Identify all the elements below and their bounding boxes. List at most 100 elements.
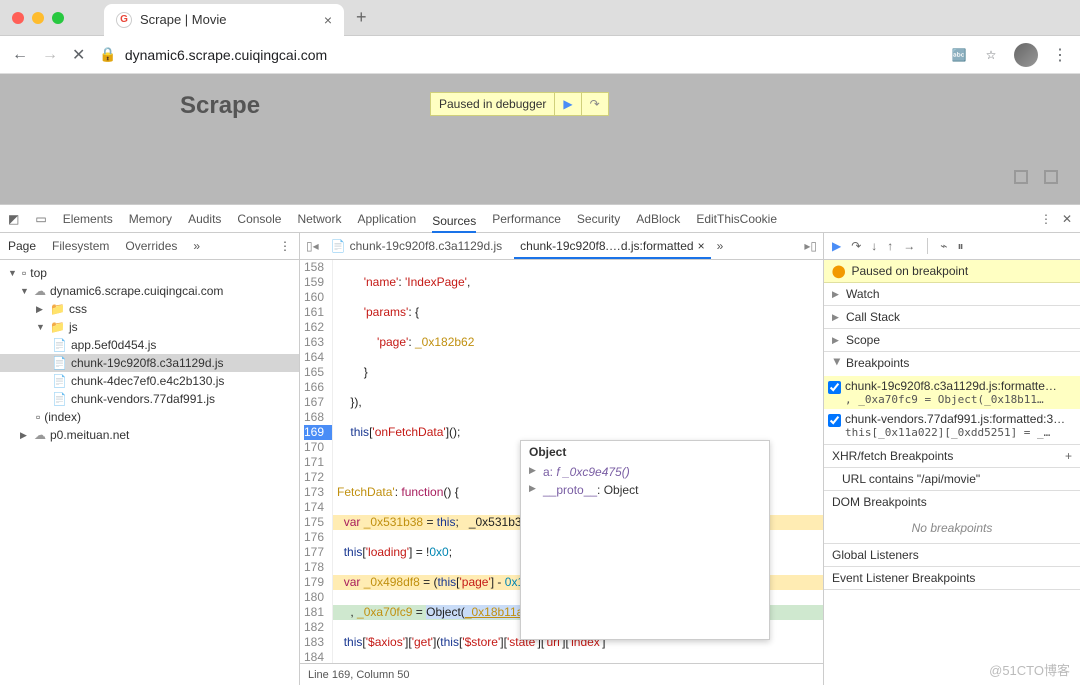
resume-icon[interactable]: ▶ [832, 239, 841, 253]
tree-folder-js[interactable]: ▼📁 js [0, 318, 299, 336]
step-over-icon[interactable]: ↷ [581, 93, 608, 115]
forward-button[interactable]: → [42, 46, 58, 64]
section-dom-breakpoints[interactable]: DOM Breakpoints [824, 491, 1080, 513]
tree-domain[interactable]: ▶☁ p0.meituan.net [0, 426, 299, 444]
breakpoint-checkbox[interactable] [828, 414, 841, 427]
file-icon: 📄 [52, 392, 67, 406]
browser-tab[interactable]: G Scrape | Movie × [104, 4, 344, 36]
close-tab-icon[interactable]: × [324, 12, 332, 28]
navigator-tab-filesystem[interactable]: Filesystem [52, 239, 109, 253]
add-xhr-breakpoint-icon[interactable]: + [1065, 449, 1072, 463]
translate-icon[interactable]: 🔤 [950, 46, 968, 64]
tab-network[interactable]: Network [297, 208, 341, 230]
pause-reason: Paused on breakpoint [851, 264, 968, 278]
show-debugger-icon[interactable]: ▸▯ [804, 239, 817, 253]
tab-console[interactable]: Console [237, 208, 281, 230]
step-into-icon[interactable]: ↓ [871, 239, 877, 253]
favicon-icon: G [116, 12, 132, 28]
devtools-tabs: ◩ ▭ Elements Memory Audits Console Netwo… [0, 205, 1080, 233]
devtools-more-icon[interactable]: ⋮ [1040, 212, 1052, 226]
breakpoint-item[interactable]: chunk-19c920f8.c3a1129d.js:formatte… , _… [824, 376, 1080, 409]
window-titlebar: G Scrape | Movie × + [0, 0, 1080, 36]
maximize-window-button[interactable] [52, 12, 64, 24]
object-tooltip[interactable]: Object ▶a: f _0xc9e475() ▶__proto__: Obj… [520, 440, 770, 640]
device-icon[interactable]: ▭ [35, 212, 46, 226]
page-content: Scrape Paused in debugger ▶ ↷ [0, 74, 1080, 204]
back-button[interactable]: ← [12, 46, 28, 64]
traffic-lights [12, 12, 64, 24]
new-tab-button[interactable]: + [356, 7, 367, 28]
resume-button-icon[interactable]: ▶ [554, 93, 580, 115]
navigator-menu-icon[interactable]: ⋮ [279, 239, 291, 253]
section-url-contains[interactable]: URL contains "/api/movie" [824, 468, 1080, 490]
tab-performance[interactable]: Performance [492, 208, 561, 230]
navigator-tab-overrides[interactable]: Overrides [125, 239, 177, 253]
cloud-icon: ☁ [34, 428, 46, 442]
tree-index[interactable]: ▫ (index) [0, 408, 299, 426]
tree-domain[interactable]: ▼☁ dynamic6.scrape.cuiqingcai.com [0, 282, 299, 300]
address-bar[interactable]: 🔒 dynamic6.scrape.cuiqingcai.com [99, 46, 936, 63]
tree-folder-css[interactable]: ▶📁 css [0, 300, 299, 318]
tree-file[interactable]: 📄 app.5ef0d454.js [0, 336, 299, 354]
deactivate-breakpoints-icon[interactable]: ⌁ [940, 239, 947, 253]
section-event-listener-breakpoints[interactable]: Event Listener Breakpoints [824, 567, 1080, 589]
tab-elements[interactable]: Elements [63, 208, 113, 230]
editor-file-tab[interactable]: 📄 chunk-19c920f8.c3a1129d.js [325, 239, 509, 253]
pause-banner: ⬤ Paused on breakpoint [824, 260, 1080, 283]
section-breakpoints[interactable]: ▶Breakpoints [824, 352, 1080, 374]
tab-security[interactable]: Security [577, 208, 620, 230]
step-over-icon[interactable]: ↷ [851, 239, 861, 253]
cloud-icon: ☁ [34, 284, 46, 298]
file-icon: 📄 [52, 338, 67, 352]
inspect-icon[interactable]: ◩ [8, 212, 19, 226]
tab-application[interactable]: Application [357, 208, 416, 230]
tab-sources[interactable]: Sources [432, 210, 476, 233]
browser-menu-icon[interactable]: ⋮ [1052, 45, 1068, 65]
minimize-window-button[interactable] [32, 12, 44, 24]
close-icon[interactable]: × [698, 239, 705, 253]
more-tabs-icon[interactable]: » [717, 239, 724, 253]
navigator-tab-page[interactable]: Page [8, 239, 36, 253]
devtools: ◩ ▭ Elements Memory Audits Console Netwo… [0, 204, 1080, 685]
gutter[interactable]: 1581591601611621631641651661671681691701… [300, 260, 333, 663]
debugger-controls: ▶ ↷ ↓ ↑ → ⌁ ⏸ [824, 233, 1080, 260]
step-out-icon[interactable]: ↑ [887, 239, 893, 253]
section-global-listeners[interactable]: Global Listeners [824, 544, 1080, 566]
paused-label: Paused in debugger [431, 93, 554, 115]
step-icon[interactable]: → [903, 239, 915, 253]
code-editor[interactable]: 1581591601611621631641651661671681691701… [300, 260, 823, 663]
url-host: dynamic6.scrape.cuiqingcai.com [125, 47, 327, 63]
section-callstack[interactable]: ▶Call Stack [824, 306, 1080, 328]
devtools-close-icon[interactable]: ✕ [1062, 212, 1072, 226]
section-watch[interactable]: ▶Watch [824, 283, 1080, 305]
watermark: @51CTO博客 [989, 660, 1070, 679]
folder-icon: 📁 [50, 302, 65, 316]
tab-editthiscookie[interactable]: EditThisCookie [696, 208, 777, 230]
navigator-more-icon[interactable]: » [193, 239, 200, 253]
tree-file[interactable]: 📄 chunk-vendors.77daf991.js [0, 390, 299, 408]
breakpoint-item[interactable]: chunk-vendors.77daf991.js:formatted:3… t… [824, 409, 1080, 442]
tab-audits[interactable]: Audits [188, 208, 221, 230]
pause-on-exceptions-icon[interactable]: ⏸ [958, 239, 964, 254]
sources-left-panel: Page Filesystem Overrides » ⋮ ▼▫ top ▼☁ … [0, 233, 300, 685]
debugger-panel: ▶ ↷ ↓ ↑ → ⌁ ⏸ ⬤ Paused on breakpoint ▶Wa… [824, 233, 1080, 685]
editor-file-tab-active[interactable]: chunk-19c920f8.…d.js:formatted × [514, 239, 710, 259]
profile-avatar[interactable] [1014, 43, 1038, 67]
file-tree: ▼▫ top ▼☁ dynamic6.scrape.cuiqingcai.com… [0, 260, 299, 448]
tab-memory[interactable]: Memory [129, 208, 172, 230]
editor-tabs: ▯◂ 📄 chunk-19c920f8.c3a1129d.js chunk-19… [300, 233, 823, 260]
show-navigator-icon[interactable]: ▯◂ [306, 239, 319, 253]
section-scope[interactable]: ▶Scope [824, 329, 1080, 351]
page-icon: ▫ [36, 410, 40, 424]
tooltip-title: Object [521, 441, 769, 463]
bookmark-star-icon[interactable]: ☆ [982, 46, 1000, 64]
breakpoint-checkbox[interactable] [828, 381, 841, 394]
tree-file-selected[interactable]: 📄 chunk-19c920f8.c3a1129d.js [0, 354, 299, 372]
close-window-button[interactable] [12, 12, 24, 24]
editor-panel: ▯◂ 📄 chunk-19c920f8.c3a1129d.js chunk-19… [300, 233, 824, 685]
tree-file[interactable]: 📄 chunk-4dec7ef0.e4c2b130.js [0, 372, 299, 390]
stop-button[interactable]: ✕ [72, 45, 85, 65]
section-xhr-breakpoints[interactable]: XHR/fetch Breakpoints+ [824, 445, 1080, 467]
tab-adblock[interactable]: AdBlock [636, 208, 680, 230]
tree-top[interactable]: ▼▫ top [0, 264, 299, 282]
